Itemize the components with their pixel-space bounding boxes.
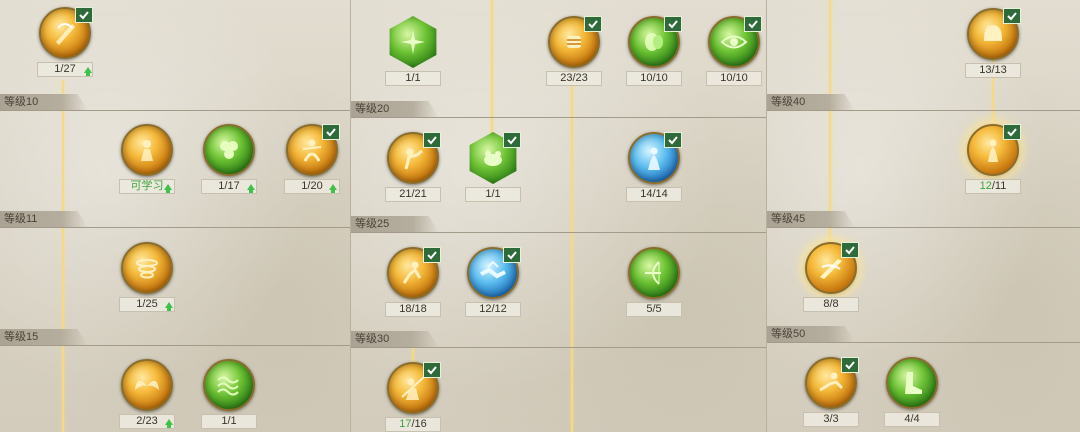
skill-level-count: 1/1 [201,414,257,429]
skill-level-count: 14/14 [626,187,682,202]
skill-level-count: 8/8 [803,297,859,312]
skill-level-count: 13/13 [965,63,1021,78]
upgrade-arrow-icon[interactable] [165,419,173,428]
skill-node[interactable]: 8/8 [803,242,859,312]
upgrade-arrow-icon[interactable] [165,302,173,311]
learned-check-icon [423,247,441,263]
level-label-25: 等级25 [351,216,439,232]
learned-check-icon [841,357,859,373]
skill-node[interactable]: 4/4 [884,357,940,427]
skill-node[interactable]: 14/14 [626,132,682,202]
skill-node[interactable]: 13/13 [965,8,1021,78]
whirlwind-icon [121,242,173,294]
skill-node[interactable]: 1/25 [119,242,175,312]
learned-check-icon [423,362,441,378]
learned-check-icon [322,124,340,140]
archer-icon [628,247,680,299]
skill-tree-connector [491,0,493,140]
skill-node[interactable]: 12/11 [965,124,1021,194]
skill-level-count: 1/1 [385,71,441,86]
golden-wings-icon [121,359,173,411]
skill-node[interactable]: 可学习 [119,124,175,194]
skill-level-count: 12/11 [965,179,1021,194]
level-label-11: 等级11 [0,211,88,227]
level-divider [351,347,766,348]
learned-check-icon [1003,8,1021,24]
skill-node[interactable]: 2/23 [119,359,175,429]
skill-level-count: 10/10 [706,71,762,86]
learned-check-icon [503,132,521,148]
level-divider [767,342,1080,343]
level-divider [351,232,766,233]
skill-node[interactable]: 23/23 [546,16,602,86]
skill-level-count: 12/12 [465,302,521,317]
skill-level-count: 5/5 [626,302,682,317]
skill-tree-connector [571,70,573,432]
skill-node[interactable]: 12/12 [465,247,521,317]
upgrade-arrow-icon[interactable] [84,67,92,76]
skill-level-count: 10/10 [626,71,682,86]
skill-tree-connector [62,80,64,432]
green-chain-icon [203,359,255,411]
level-label-10: 等级10 [0,94,88,110]
skill-node[interactable]: 10/10 [626,16,682,86]
learned-check-icon [664,132,682,148]
learned-check-icon [841,242,859,258]
max-level: /11 [991,180,1007,192]
upgrade-arrow-icon[interactable] [247,184,255,193]
learned-check-icon [664,16,682,32]
skill-node[interactable]: 1/17 [201,124,257,194]
skill-panel-middle: 等级20 等级25 等级30 1/1 23/23 10/10 10/10 21/… [350,0,766,432]
current-level: 12 [979,180,992,192]
learnable-label: 可学习 [130,180,164,192]
upgrade-arrow-icon[interactable] [329,184,337,193]
level-label-45: 等级45 [767,211,855,227]
level-divider [351,117,766,118]
green-burst-icon [389,16,437,68]
skill-node[interactable]: 1/20 [284,124,340,194]
skill-node[interactable]: 5/5 [626,247,682,317]
level-divider [0,110,350,111]
skill-level-count: 18/18 [385,302,441,317]
level-label-15: 等级15 [0,329,88,345]
clover-icon [203,124,255,176]
learned-check-icon [75,7,93,23]
level-divider [767,227,1080,228]
skill-level-count: 4/4 [884,412,940,427]
learned-check-icon [1003,124,1021,140]
learned-check-icon [503,247,521,263]
skill-node[interactable]: 1/1 [201,359,257,429]
level-label-20: 等级20 [351,101,439,117]
level-divider [0,227,350,228]
learned-check-icon [584,16,602,32]
learned-check-icon [423,132,441,148]
level-label-40: 等级40 [767,94,855,110]
skill-node[interactable]: 3/3 [803,357,859,427]
level-divider [0,345,350,346]
current-level: 17 [399,418,412,430]
skill-level-count: 23/23 [546,71,602,86]
upgrade-arrow-icon[interactable] [164,184,172,193]
skill-level-count: 1/1 [465,187,521,202]
skill-node[interactable]: 21/21 [385,132,441,202]
green-boot-icon [886,357,938,409]
warrior-icon [121,124,173,176]
level-label-30: 等级30 [351,331,439,347]
skill-node[interactable]: 1/1 [465,132,521,202]
level-label-50: 等级50 [767,326,855,342]
skill-node[interactable]: 1/1 [385,16,441,86]
max-level: /16 [411,418,427,430]
skill-node[interactable]: 1/27 [37,7,93,77]
skill-level-count: 21/21 [385,187,441,202]
skill-node[interactable]: 17/16 [385,362,441,432]
skill-level-count: 3/3 [803,412,859,427]
skill-node[interactable]: 18/18 [385,247,441,317]
skill-panel-right: 等级40 等级45 等级50 13/13 12/11 8/8 3/3 4/4 [766,0,1080,432]
learned-check-icon [744,16,762,32]
skill-node[interactable]: 10/10 [706,16,762,86]
skill-level-count: 17/16 [385,417,441,432]
skill-panel-left: 等级10 等级11 等级15 1/27 可学习 1/17 1/20 1/25 2… [0,0,350,432]
level-divider [767,110,1080,111]
